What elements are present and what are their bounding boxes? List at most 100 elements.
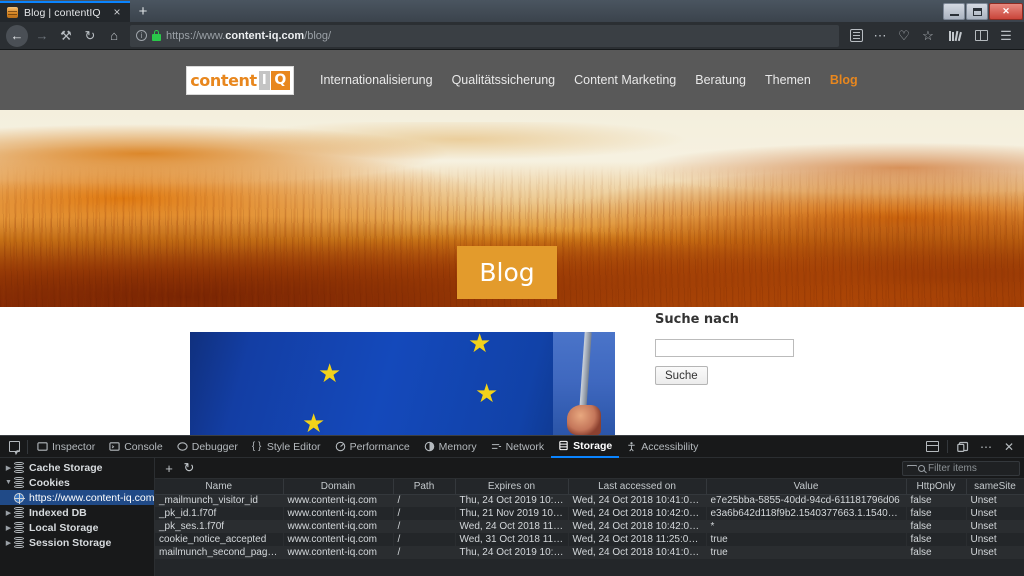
flag-star-icon: ★ xyxy=(302,408,326,435)
cell-domain: www.content-iq.com xyxy=(283,494,393,507)
cell-name: cookie_notice_accepted xyxy=(155,533,283,546)
responsive-design-mode-icon[interactable] xyxy=(921,437,943,457)
bookmark-star-icon[interactable]: ☆ xyxy=(916,24,940,48)
pocket-icon[interactable]: ♡ xyxy=(892,24,916,48)
url-bar[interactable]: i https://www.content-iq.com/blog/ xyxy=(130,24,839,47)
browser-toolbar: ← → ⚒ ↻ ⌂ i https://www.content-iq.com/b… xyxy=(0,22,1024,50)
cell-value: e3a6b642d118f9b2.1540377663.1.1540377663… xyxy=(706,507,906,520)
add-item-button[interactable]: + xyxy=(159,459,179,478)
devtools-tab-label: Console xyxy=(124,440,163,453)
nav-link-internationalisierung[interactable]: Internationalisierung xyxy=(320,73,433,87)
column-header-last-accessed[interactable]: Last accessed on xyxy=(568,479,707,495)
back-button[interactable]: ← xyxy=(6,24,28,47)
chevron-down-icon[interactable]: ▼ xyxy=(3,479,14,486)
devtools-tab-performance[interactable]: Performance xyxy=(328,436,417,458)
cell-domain: www.content-iq.com xyxy=(283,546,393,559)
column-header-value[interactable]: Value xyxy=(706,479,907,495)
storage-tree-item-cache-storage[interactable]: ▶ Cache Storage xyxy=(0,460,154,475)
nav-link-content-marketing[interactable]: Content Marketing xyxy=(574,73,676,87)
tab-strip: Blog | contentIQ × + xyxy=(0,0,943,22)
search-input[interactable] xyxy=(655,339,794,357)
chevron-right-icon[interactable]: ▶ xyxy=(3,464,14,472)
storage-tree-item-cookies[interactable]: ▼ Cookies xyxy=(0,475,154,490)
tools-icon[interactable]: ⚒ xyxy=(54,24,78,48)
column-header-expires[interactable]: Expires on xyxy=(455,479,569,495)
debugger-icon xyxy=(177,442,188,451)
nav-link-beratung[interactable]: Beratung xyxy=(695,73,746,87)
maximize-button[interactable] xyxy=(966,3,988,20)
devtools-tab-style-editor[interactable]: { } Style Editor xyxy=(245,436,328,458)
cell-accessed: Wed, 24 Oct 2018 11:25:01 GMT xyxy=(568,533,706,546)
reload-button[interactable]: ↻ xyxy=(78,24,102,48)
cell-expires: Wed, 24 Oct 2018 11:11:0… xyxy=(455,520,568,533)
style-editor-icon: { } xyxy=(251,441,262,452)
forward-button[interactable]: → xyxy=(30,24,54,48)
table-row[interactable]: cookie_notice_accepted www.content-iq.co… xyxy=(155,533,1024,546)
table-row[interactable]: _pk_ses.1.f70f www.content-iq.com / Wed,… xyxy=(155,520,1024,533)
sidebar-icon[interactable] xyxy=(969,24,993,48)
devtools-tab-debugger[interactable]: Debugger xyxy=(170,436,245,458)
nav-link-themen[interactable]: Themen xyxy=(765,73,811,87)
storage-tree-item-cookie-origin[interactable]: https://www.content-iq.com xyxy=(0,490,154,505)
nav-link-qualitaetssicherung[interactable]: Qualitätssicherung xyxy=(452,73,556,87)
lock-icon[interactable] xyxy=(152,30,161,41)
filter-items-input[interactable]: Filter items xyxy=(902,460,1020,476)
table-row[interactable]: mailmunch_second_pageview www.content-iq… xyxy=(155,546,1024,559)
devtools-close-button[interactable]: ✕ xyxy=(998,437,1020,457)
reader-view-icon[interactable] xyxy=(844,24,868,48)
devtools-tab-memory[interactable]: Memory xyxy=(417,436,484,458)
library-icon[interactable] xyxy=(944,24,968,48)
url-path: /blog/ xyxy=(304,29,332,42)
url-domain: content-iq.com xyxy=(225,29,305,42)
page-actions-icon[interactable]: ⋯ xyxy=(868,24,892,48)
refresh-button[interactable]: ↻ xyxy=(179,459,199,478)
devtools-tab-storage[interactable]: Storage xyxy=(551,436,620,458)
nav-link-blog[interactable]: Blog xyxy=(830,73,858,87)
url-text: https://www.content-iq.com/blog/ xyxy=(166,30,331,42)
cookies-table-container[interactable]: Name Domain Path Expires on Last accesse… xyxy=(155,479,1024,576)
column-header-httponly[interactable]: HttpOnly xyxy=(906,479,967,495)
column-header-path[interactable]: Path xyxy=(393,479,456,495)
window-close-button[interactable]: ✕ xyxy=(989,3,1023,20)
storage-tree-item-local-storage[interactable]: ▶ Local Storage xyxy=(0,520,154,535)
article-thumbnail-eu-flag[interactable]: ★ ★ ★ ★ xyxy=(190,332,615,435)
cell-httponly: false xyxy=(906,507,966,520)
info-icon[interactable]: i xyxy=(136,30,147,41)
storage-tree-label: Indexed DB xyxy=(29,506,87,519)
column-header-domain[interactable]: Domain xyxy=(283,479,394,495)
chevron-right-icon[interactable]: ▶ xyxy=(3,539,14,547)
home-button[interactable]: ⌂ xyxy=(102,24,126,48)
column-header-samesite[interactable]: sameSite xyxy=(966,479,1024,495)
devtools-tab-label: Storage xyxy=(573,439,613,452)
devtools-tab-inspector[interactable]: Inspector xyxy=(30,436,102,458)
devtools-tab-accessibility[interactable]: Accessibility xyxy=(619,436,705,458)
table-row[interactable]: _mailmunch_visitor_id www.content-iq.com… xyxy=(155,494,1024,507)
table-row[interactable]: _pk_id.1.f70f www.content-iq.com / Thu, … xyxy=(155,507,1024,520)
column-header-name[interactable]: Name xyxy=(155,479,284,495)
storage-tree-label: Session Storage xyxy=(29,536,112,549)
devtools-tab-label: Inspector xyxy=(52,440,96,453)
dock-to-bottom-icon[interactable] xyxy=(952,437,974,457)
menu-icon[interactable]: ☰ xyxy=(994,24,1018,48)
cookies-table-body: _mailmunch_visitor_id www.content-iq.com… xyxy=(155,494,1024,559)
minimize-button[interactable] xyxy=(943,3,965,20)
cell-accessed: Wed, 24 Oct 2018 10:41:03 GMT xyxy=(568,546,706,559)
console-icon xyxy=(109,442,120,451)
cell-name: mailmunch_second_pageview xyxy=(155,546,283,559)
chevron-right-icon[interactable]: ▶ xyxy=(3,509,14,517)
cell-domain: www.content-iq.com xyxy=(283,533,393,546)
storage-tree-item-session-storage[interactable]: ▶ Session Storage xyxy=(0,535,154,550)
devtools-tab-network[interactable]: Network xyxy=(484,436,552,458)
site-logo[interactable]: content I Q xyxy=(186,65,294,95)
element-picker-icon[interactable] xyxy=(3,437,25,457)
devtools-tab-console[interactable]: Console xyxy=(102,436,170,458)
devtools-more-options-icon[interactable]: ⋯ xyxy=(975,437,997,457)
chevron-right-icon[interactable]: ▶ xyxy=(3,524,14,532)
close-icon[interactable]: × xyxy=(110,5,124,20)
search-submit-button[interactable]: Suche xyxy=(655,366,708,385)
storage-tree-item-indexed-db[interactable]: ▶ Indexed DB xyxy=(0,505,154,520)
browser-tab[interactable]: Blog | contentIQ × xyxy=(0,1,130,22)
database-icon xyxy=(14,462,24,473)
new-tab-button[interactable]: + xyxy=(130,1,156,22)
site-favicon-icon xyxy=(7,7,18,18)
